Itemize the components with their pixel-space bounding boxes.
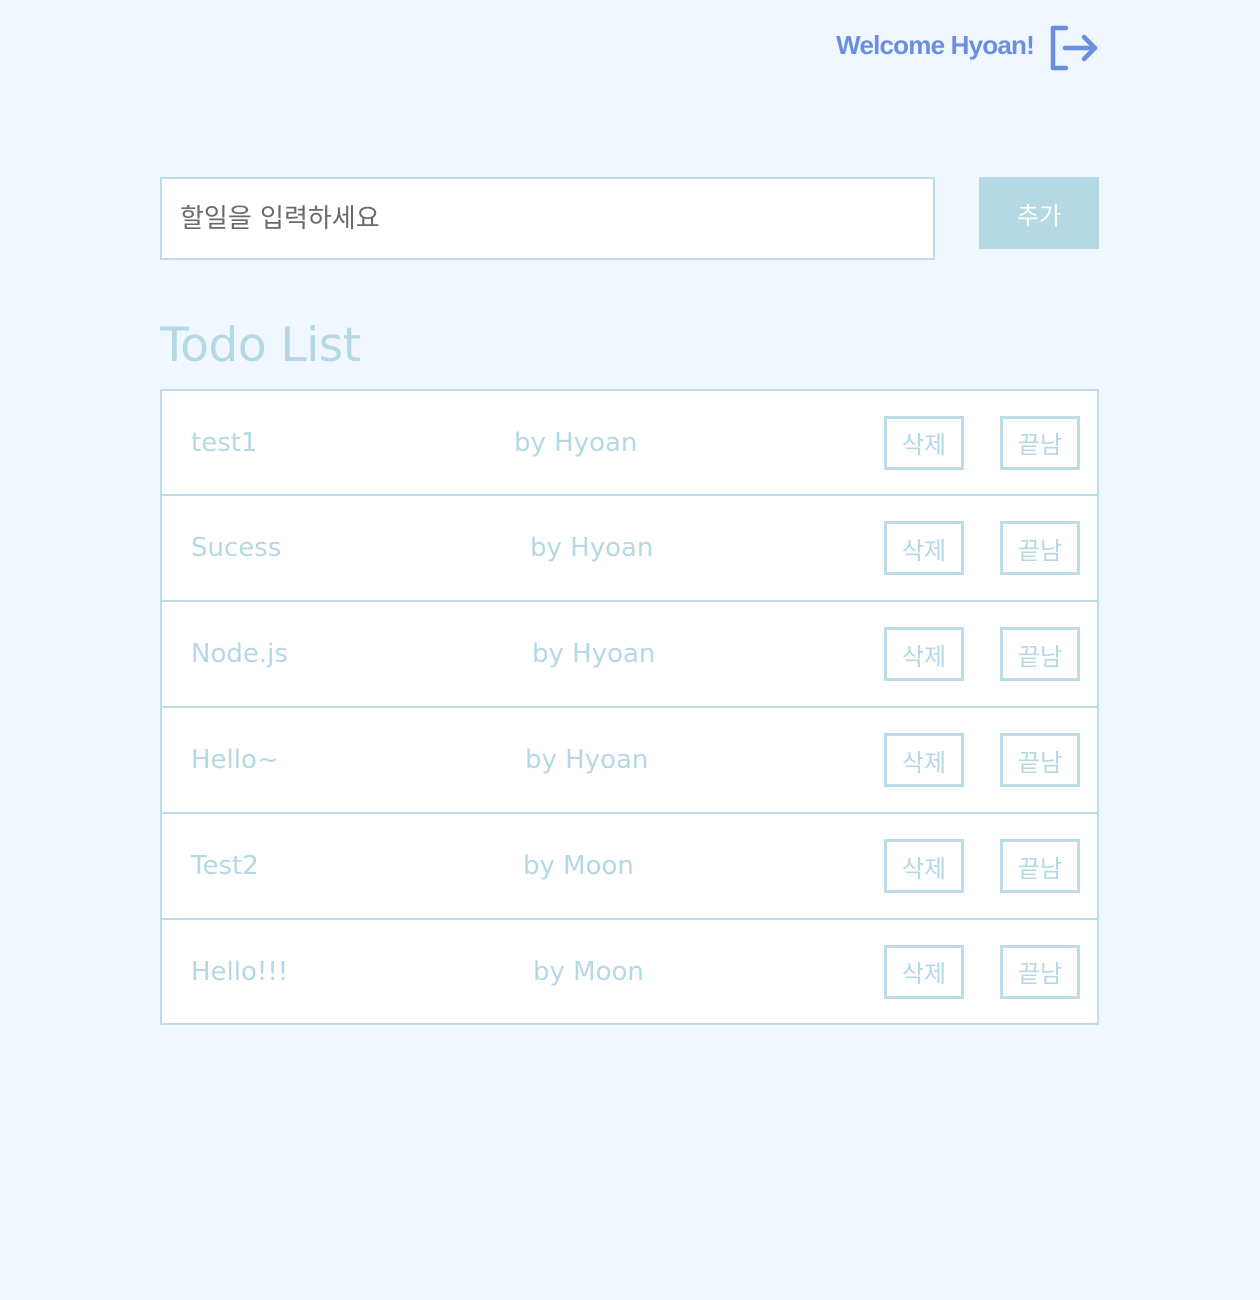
- todo-item: Hello!!! by Moon 삭제 끝남: [160, 919, 1099, 1025]
- todo-list: test1 by Hyoan 삭제 끝남 Sucess by Hyoan 삭제 …: [160, 389, 1099, 1025]
- todo-text: test1: [191, 427, 258, 458]
- todo-text: Hello!!!: [191, 956, 289, 987]
- delete-button[interactable]: 삭제: [884, 733, 964, 787]
- delete-button[interactable]: 삭제: [884, 944, 964, 999]
- todo-item: test1 by Hyoan 삭제 끝남: [160, 389, 1099, 495]
- list-title: Todo List: [160, 318, 361, 373]
- delete-button[interactable]: 삭제: [884, 415, 964, 470]
- todo-text: Sucess: [191, 533, 282, 563]
- todo-item: Hello~ by Hyoan 삭제 끝남: [160, 707, 1099, 813]
- done-button[interactable]: 끝남: [1000, 839, 1080, 893]
- todo-author: by Hyoan: [525, 745, 649, 775]
- todo-author: by Hyoan: [532, 639, 656, 669]
- logout-icon[interactable]: [1048, 24, 1100, 72]
- todo-item: Node.js by Hyoan 삭제 끝남: [160, 601, 1099, 707]
- todo-author: by Hyoan: [514, 427, 638, 458]
- todo-item: Test2 by Moon 삭제 끝남: [160, 813, 1099, 919]
- done-button[interactable]: 끝남: [1000, 415, 1080, 470]
- logout-icon-graphic: [1050, 25, 1098, 71]
- todo-input[interactable]: [160, 177, 935, 260]
- todo-text: Test2: [191, 851, 259, 881]
- delete-button[interactable]: 삭제: [884, 521, 964, 575]
- done-button[interactable]: 끝남: [1000, 944, 1080, 999]
- welcome-message: Welcome Hyoan!: [836, 29, 1035, 60]
- done-button[interactable]: 끝남: [1000, 733, 1080, 787]
- todo-author: by Hyoan: [530, 533, 654, 563]
- todo-text: Hello~: [191, 745, 279, 775]
- add-button[interactable]: 추가: [979, 177, 1099, 249]
- todo-text: Node.js: [191, 639, 288, 669]
- todo-author: by Moon: [523, 851, 634, 881]
- delete-button[interactable]: 삭제: [884, 627, 964, 681]
- header: Welcome Hyoan!: [0, 24, 1100, 72]
- done-button[interactable]: 끝남: [1000, 627, 1080, 681]
- todo-item: Sucess by Hyoan 삭제 끝남: [160, 495, 1099, 601]
- todo-author: by Moon: [533, 956, 644, 987]
- done-button[interactable]: 끝남: [1000, 521, 1080, 575]
- delete-button[interactable]: 삭제: [884, 839, 964, 893]
- add-todo-form: 추가: [160, 177, 1099, 260]
